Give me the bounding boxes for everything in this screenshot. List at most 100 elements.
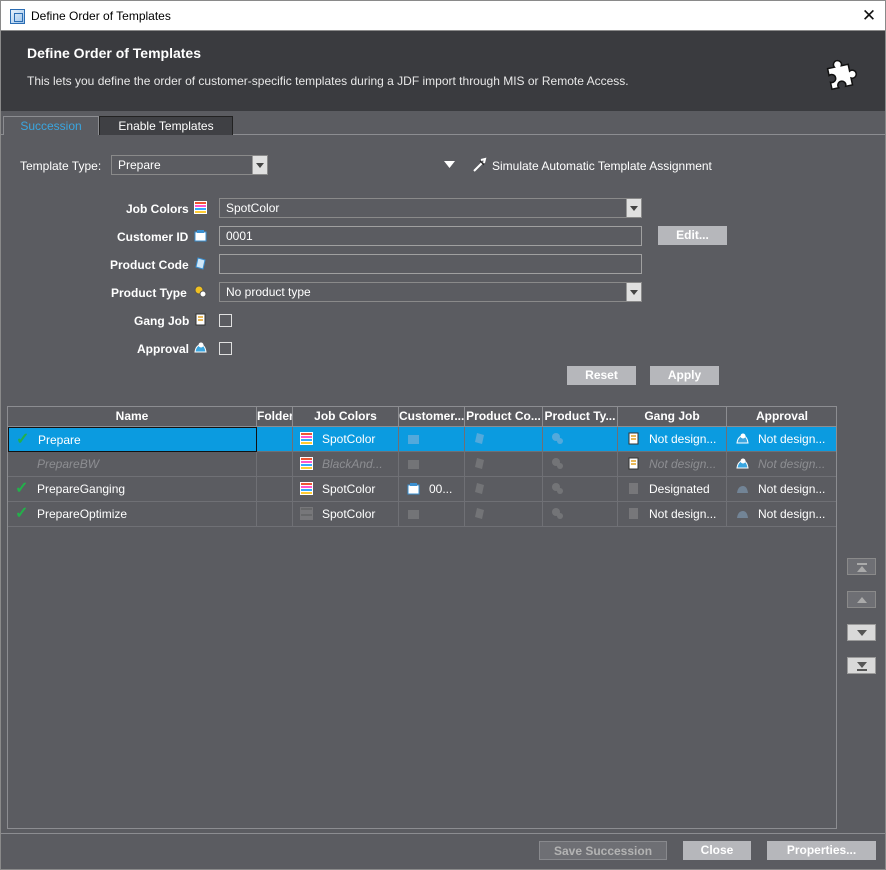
chevron-down-icon — [626, 283, 641, 301]
edit-customer-button[interactable]: Edit... — [658, 226, 727, 245]
product-code-icon — [475, 433, 484, 444]
row-job-colors: SpotColor — [293, 427, 399, 452]
table-row[interactable]: ✓ Prepare SpotColor Not design... Not de… — [8, 427, 836, 452]
customer-id-label: Customer ID — [117, 230, 189, 244]
row-gang-job: Designated — [618, 477, 727, 502]
table-row[interactable]: ✓ PrepareGanging SpotColor 00... Designa… — [8, 477, 836, 502]
job-colors-icon — [300, 432, 313, 445]
row-product-code — [465, 452, 543, 477]
tab-succession[interactable]: Succession — [3, 116, 99, 135]
product-type-icon — [552, 433, 563, 444]
move-bottom-icon — [857, 669, 867, 671]
tab-enable-templates[interactable]: Enable Templates — [99, 116, 233, 135]
table-row[interactable]: ✓ PrepareOptimize SpotColor Not design..… — [8, 502, 836, 527]
column-folder[interactable]: Folder — [257, 407, 293, 427]
gang-job-label: Gang Job — [134, 314, 190, 328]
row-gang-job: Not design... — [618, 502, 727, 527]
product-type-icon — [552, 458, 563, 469]
footer-divider — [0, 833, 886, 834]
column-customer[interactable]: Customer... — [399, 407, 465, 427]
column-approval[interactable]: Approval — [727, 407, 836, 427]
move-to-top-button[interactable] — [847, 558, 876, 575]
header-banner: Define Order of Templates This lets you … — [0, 31, 886, 111]
gang-job-icon — [629, 508, 638, 519]
row-product-type — [543, 477, 618, 502]
close-window-button[interactable]: ✕ — [853, 1, 885, 31]
row-name: PrepareBW — [37, 457, 100, 471]
product-type-icon — [194, 285, 207, 298]
expand-triangle-icon[interactable] — [444, 161, 455, 168]
window-title: Define Order of Templates — [31, 9, 171, 23]
product-code-icon — [475, 458, 484, 469]
column-name[interactable]: Name — [8, 407, 257, 427]
row-customer — [399, 452, 465, 477]
approval-icon — [736, 458, 749, 469]
row-customer — [399, 427, 465, 452]
app-icon — [10, 9, 25, 24]
row-product-type — [543, 502, 618, 527]
row-product-code — [465, 427, 543, 452]
chevron-down-icon — [252, 156, 267, 174]
check-icon: ✓ — [16, 431, 30, 448]
row-approval: Not design... — [727, 427, 836, 452]
title-bar: Define Order of Templates ✕ — [0, 0, 886, 31]
gang-job-icon — [195, 313, 206, 326]
row-name-cell: ✓ PrepareGanging — [8, 477, 257, 502]
move-down-button[interactable] — [847, 624, 876, 641]
row-job-colors-text: BlackAnd... — [322, 457, 383, 471]
gang-job-icon — [628, 432, 639, 445]
row-job-colors-text: SpotColor — [322, 507, 376, 521]
column-job-colors[interactable]: Job Colors — [293, 407, 399, 427]
customer-id-icon — [408, 435, 419, 444]
save-succession-button[interactable]: Save Succession — [539, 841, 667, 860]
row-name-cell: PrepareBW — [8, 452, 257, 477]
close-button[interactable]: Close — [683, 841, 751, 860]
row-approval: Not design... — [727, 477, 836, 502]
product-code-icon — [195, 257, 206, 270]
move-up-button[interactable] — [847, 591, 876, 608]
job-colors-icon — [300, 482, 313, 495]
row-gang-job: Not design... — [618, 452, 727, 477]
arrow-down-icon — [857, 630, 867, 636]
arrow-down-icon — [857, 662, 867, 668]
product-type-select[interactable]: No product type — [219, 282, 642, 302]
arrow-up-icon — [857, 566, 867, 572]
puzzle-icon — [826, 59, 857, 91]
dialog-heading: Define Order of Templates — [27, 45, 202, 61]
properties-button[interactable]: Properties... — [767, 841, 876, 860]
simulate-assignment-link[interactable]: Simulate Automatic Template Assignment — [492, 159, 712, 173]
product-code-icon — [475, 483, 484, 494]
dialog-description: This lets you define the order of custom… — [27, 74, 629, 88]
move-to-bottom-button[interactable] — [847, 657, 876, 674]
gang-job-icon — [628, 457, 639, 470]
approval-icon — [737, 511, 748, 518]
column-product-type[interactable]: Product Ty... — [543, 407, 618, 427]
approval-checkbox[interactable] — [219, 342, 232, 355]
reset-button[interactable]: Reset — [567, 366, 636, 385]
row-product-code — [465, 502, 543, 527]
gang-job-checkbox[interactable] — [219, 314, 232, 327]
templates-table: Name Folder Job Colors Customer... Produ… — [7, 406, 837, 829]
template-type-value: Prepare — [118, 158, 161, 172]
customer-id-icon — [408, 510, 419, 519]
table-row[interactable]: PrepareBW BlackAnd... Not design... Not … — [8, 452, 836, 477]
row-product-code — [465, 477, 543, 502]
product-code-input[interactable] — [219, 254, 642, 274]
template-type-select[interactable]: Prepare — [111, 155, 268, 175]
product-type-icon — [552, 508, 563, 519]
row-folder — [257, 427, 293, 452]
row-folder — [257, 477, 293, 502]
approval-icon — [737, 486, 748, 493]
column-gang-job[interactable]: Gang Job — [618, 407, 727, 427]
column-product-code[interactable]: Product Co... — [465, 407, 543, 427]
job-colors-select[interactable]: SpotColor — [219, 198, 642, 218]
customer-id-input[interactable]: 0001 — [219, 226, 642, 246]
product-code-label: Product Code — [110, 258, 189, 272]
row-name-cell: ✓ PrepareOptimize — [8, 502, 257, 527]
row-job-colors: SpotColor — [293, 502, 399, 527]
row-name: Prepare — [38, 433, 81, 447]
apply-button[interactable]: Apply — [650, 366, 719, 385]
approval-icon — [194, 342, 207, 353]
customer-id-icon — [194, 230, 207, 242]
row-name-cell: ✓ Prepare — [8, 427, 257, 452]
